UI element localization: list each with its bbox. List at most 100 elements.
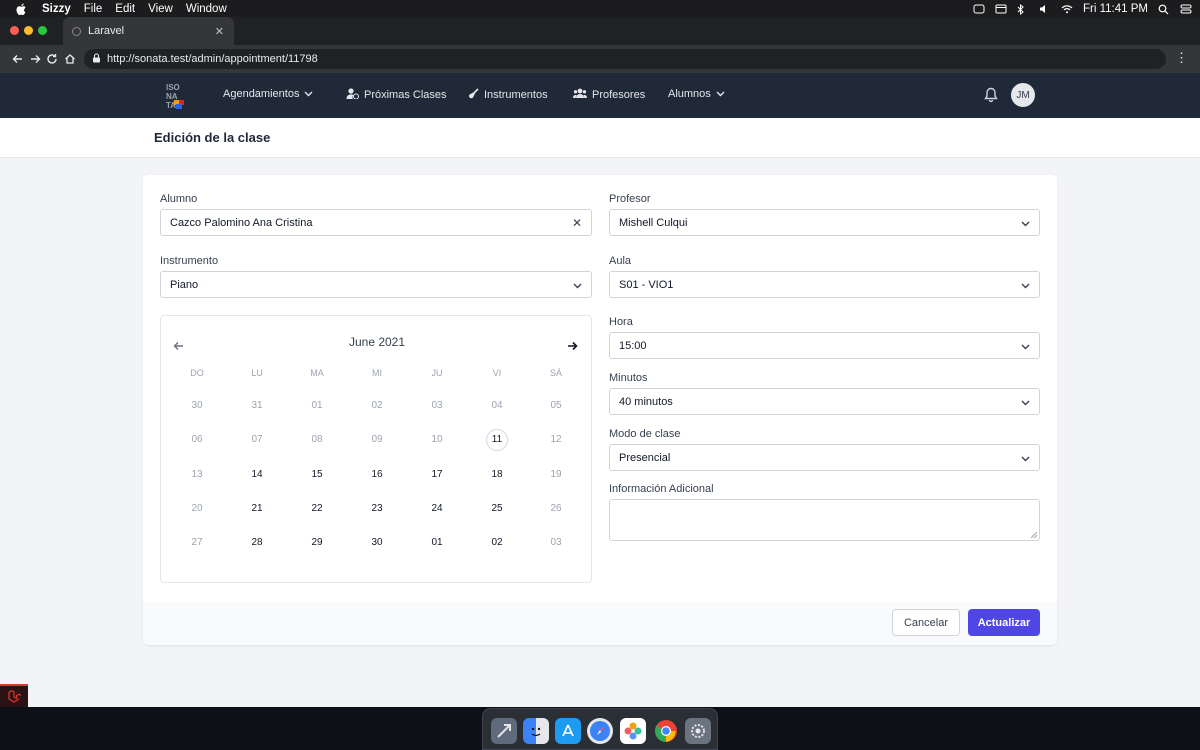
calendar-day: 03 <box>431 400 443 411</box>
nav-agendamientos[interactable]: Agendamientos <box>223 88 313 100</box>
menubar-edit[interactable]: Edit <box>115 3 135 15</box>
photos-icon[interactable] <box>620 718 646 744</box>
calendar-day: 12 <box>550 434 562 445</box>
menubar-view[interactable]: View <box>148 3 173 15</box>
window-minimize-button[interactable] <box>24 26 33 35</box>
lock-icon <box>92 52 101 66</box>
macos-dock <box>482 708 718 750</box>
apple-icon[interactable] <box>15 3 27 15</box>
tab-close-icon[interactable]: ✕ <box>215 25 224 38</box>
info-label: Información Adicional <box>609 483 714 495</box>
bluetooth-icon[interactable] <box>1017 3 1029 15</box>
bell-icon[interactable] <box>984 87 998 106</box>
calendar-weekday: JU <box>431 368 443 378</box>
reload-icon[interactable] <box>45 52 59 66</box>
spotlight-icon[interactable] <box>1158 4 1170 14</box>
calendar-day[interactable]: 02 <box>486 532 508 554</box>
tab-title: Laravel <box>88 25 125 37</box>
calendar-day[interactable]: 25 <box>486 498 508 520</box>
calendar-day[interactable]: 29 <box>306 532 328 554</box>
window-zoom-button[interactable] <box>38 26 47 35</box>
nav-alumnos[interactable]: Alumnos <box>668 88 725 100</box>
calendar-day[interactable]: 15 <box>306 464 328 486</box>
browser-tab[interactable]: Laravel ✕ <box>63 17 234 45</box>
next-month-arrow-icon[interactable] <box>567 338 578 356</box>
calendar-day[interactable]: 30 <box>366 532 388 554</box>
calendar-day[interactable]: 16 <box>366 464 388 486</box>
chrome-icon[interactable] <box>653 718 679 744</box>
chevron-down-icon <box>1021 218 1030 227</box>
control-center-icon[interactable] <box>1180 4 1192 14</box>
finder-icon[interactable] <box>523 718 549 744</box>
calendar-day[interactable]: 17 <box>426 464 448 486</box>
resize-handle-icon[interactable] <box>1031 532 1037 538</box>
safari-icon[interactable] <box>587 718 613 744</box>
profesor-label: Profesor <box>609 193 651 205</box>
nav-label: Agendamientos <box>223 88 300 100</box>
calendar-weekday: LU <box>251 368 263 378</box>
users-icon <box>573 88 587 101</box>
chevron-down-icon <box>1021 397 1030 406</box>
hora-label: Hora <box>609 316 633 328</box>
calendar-day: 05 <box>550 400 562 411</box>
modo-label: Modo de clase <box>609 428 681 440</box>
calendar-day[interactable]: 14 <box>246 464 268 486</box>
wifi-icon[interactable] <box>1061 4 1073 14</box>
calendar-day[interactable]: 18 <box>486 464 508 486</box>
nav-label: Alumnos <box>668 88 711 100</box>
app-store-icon[interactable] <box>555 718 581 744</box>
menubar-clock[interactable]: Fri 11:41 PM <box>1083 3 1148 15</box>
minutos-label: Minutos <box>609 372 648 384</box>
system-preferences-icon[interactable] <box>685 718 711 744</box>
laravel-logo-icon[interactable] <box>0 684 28 707</box>
url-text: http://sonata.test/admin/appointment/117… <box>107 53 318 65</box>
profesor-value: Mishell Culqui <box>619 216 688 229</box>
menubar-window[interactable]: Window <box>186 3 227 15</box>
forward-arrow-icon[interactable] <box>28 52 42 66</box>
date-picker-calendar: June 2021 DO LU MA MI JU VI SÁ 30 31 01 02 03 04 05 0… <box>160 315 592 583</box>
alumno-select[interactable]: Cazco Palomino Ana Cristina ✕ <box>160 209 592 236</box>
sizzy-status-icon[interactable] <box>973 4 985 14</box>
minutos-select[interactable]: 40 minutos <box>609 388 1040 415</box>
browser-tab-bar: Laravel ✕ <box>0 17 1200 45</box>
calendar-day: 19 <box>550 469 562 480</box>
calendar-day[interactable]: 24 <box>426 498 448 520</box>
url-input[interactable]: http://sonata.test/admin/appointment/117… <box>84 49 1166 69</box>
calendar-day: 04 <box>491 400 503 411</box>
sonata-logo[interactable]: ISO NA TA <box>165 81 187 110</box>
menubar-app-name[interactable]: Sizzy <box>42 3 71 15</box>
app-navbar: ISO NA TA Agendamientos Próximas Clases … <box>0 73 1200 118</box>
cancel-button[interactable]: Cancelar <box>892 609 960 636</box>
calendar-day[interactable]: 21 <box>246 498 268 520</box>
menubar-file[interactable]: File <box>84 3 103 15</box>
info-textarea[interactable] <box>609 499 1040 541</box>
back-arrow-icon[interactable] <box>10 52 24 66</box>
aula-select[interactable]: S01 - VIO1 <box>609 271 1040 298</box>
aula-value: S01 - VIO1 <box>619 278 674 291</box>
calendar-day[interactable]: 28 <box>246 532 268 554</box>
page-header: Edición de la clase <box>0 118 1200 158</box>
calendar-day[interactable]: 22 <box>306 498 328 520</box>
user-avatar[interactable]: JM <box>1011 83 1035 107</box>
clear-icon[interactable]: ✕ <box>572 216 582 230</box>
volume-icon[interactable] <box>1039 4 1051 14</box>
calendar-day-today[interactable]: 11 <box>486 429 508 451</box>
calendar-icon[interactable] <box>995 4 1007 14</box>
calendar-day[interactable]: 23 <box>366 498 388 520</box>
nav-profesores[interactable]: Profesores <box>573 88 645 101</box>
nav-proximas-clases[interactable]: Próximas Clases <box>346 88 447 102</box>
calendar-day: 10 <box>431 434 443 445</box>
instrumento-select[interactable]: Piano <box>160 271 592 298</box>
hora-select[interactable]: 15:00 <box>609 332 1040 359</box>
browser-menu-icon[interactable]: ⋮ <box>1175 51 1188 65</box>
window-close-button[interactable] <box>10 26 19 35</box>
home-icon[interactable] <box>63 52 77 66</box>
calendar-day[interactable]: 01 <box>426 532 448 554</box>
profesor-select[interactable]: Mishell Culqui <box>609 209 1040 236</box>
chevron-down-icon <box>573 280 582 289</box>
update-button[interactable]: Actualizar <box>968 609 1040 636</box>
svg-text:NA: NA <box>166 92 178 101</box>
modo-select[interactable]: Presencial <box>609 444 1040 471</box>
launchpad-icon[interactable] <box>491 718 517 744</box>
nav-instrumentos[interactable]: Instrumentos <box>468 88 548 102</box>
